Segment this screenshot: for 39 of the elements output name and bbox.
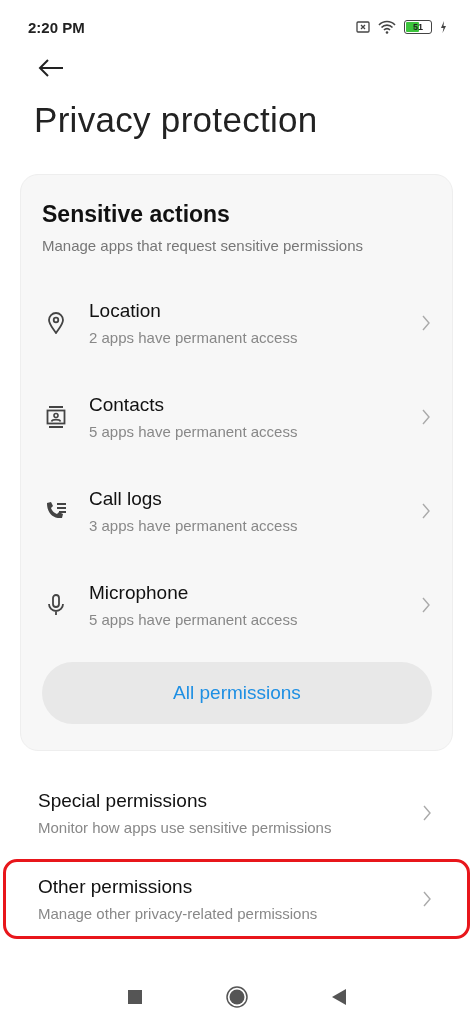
item-description: 5 apps have permanent access bbox=[89, 611, 299, 628]
item-label: Other permissions bbox=[38, 876, 194, 898]
card-subtitle: Manage apps that request sensitive permissions bbox=[42, 237, 364, 254]
microphone-icon bbox=[45, 594, 67, 616]
back-icon[interactable] bbox=[38, 58, 64, 78]
home-icon[interactable] bbox=[225, 986, 248, 1008]
item-label: Call logs bbox=[89, 488, 163, 510]
item-description: Monitor how apps use sensitive permissions bbox=[38, 819, 333, 836]
permission-item[interactable]: Special permissions Monitor how apps use sensitive permissions bbox=[3, 773, 470, 853]
item-description: Manage other privacy-related permissions bbox=[38, 905, 319, 922]
phone-list-icon bbox=[45, 501, 67, 521]
contact-card-icon bbox=[45, 406, 67, 428]
item-label: Location bbox=[89, 300, 162, 322]
back-triangle-icon[interactable] bbox=[331, 989, 346, 1005]
recents-icon[interactable] bbox=[127, 990, 142, 1004]
item-description: 2 apps have permanent access bbox=[89, 329, 299, 346]
permission-item[interactable]: Contacts 5 apps have permanent access bbox=[42, 370, 432, 464]
page-title: Privacy protection bbox=[34, 100, 319, 140]
chevron-right-icon bbox=[422, 597, 430, 613]
chevron-right-icon bbox=[423, 805, 431, 821]
permission-item[interactable]: Location 2 apps have permanent access bbox=[42, 276, 432, 370]
item-description: 5 apps have permanent access bbox=[89, 423, 299, 440]
chevron-right-icon bbox=[422, 503, 430, 519]
wifi-icon bbox=[378, 20, 396, 34]
permission-item[interactable]: Call logs 3 apps have permanent access bbox=[42, 464, 432, 558]
sim-icon bbox=[356, 21, 370, 33]
item-label: Special permissions bbox=[38, 790, 208, 812]
item-label: Microphone bbox=[89, 582, 190, 604]
permission-item[interactable]: Other permissions Manage other privacy-related permissions bbox=[3, 859, 470, 939]
permission-item[interactable]: Microphone 5 apps have permanent access bbox=[42, 558, 432, 652]
chevron-right-icon bbox=[422, 409, 430, 425]
item-label: Contacts bbox=[89, 394, 165, 416]
card-title: Sensitive actions bbox=[42, 201, 231, 228]
chevron-right-icon bbox=[423, 891, 431, 907]
item-description: 3 apps have permanent access bbox=[89, 517, 299, 534]
status-time: 2:20 PM bbox=[28, 18, 85, 36]
charging-icon bbox=[440, 21, 447, 33]
location-pin-icon bbox=[45, 312, 67, 334]
chevron-right-icon bbox=[422, 315, 430, 331]
